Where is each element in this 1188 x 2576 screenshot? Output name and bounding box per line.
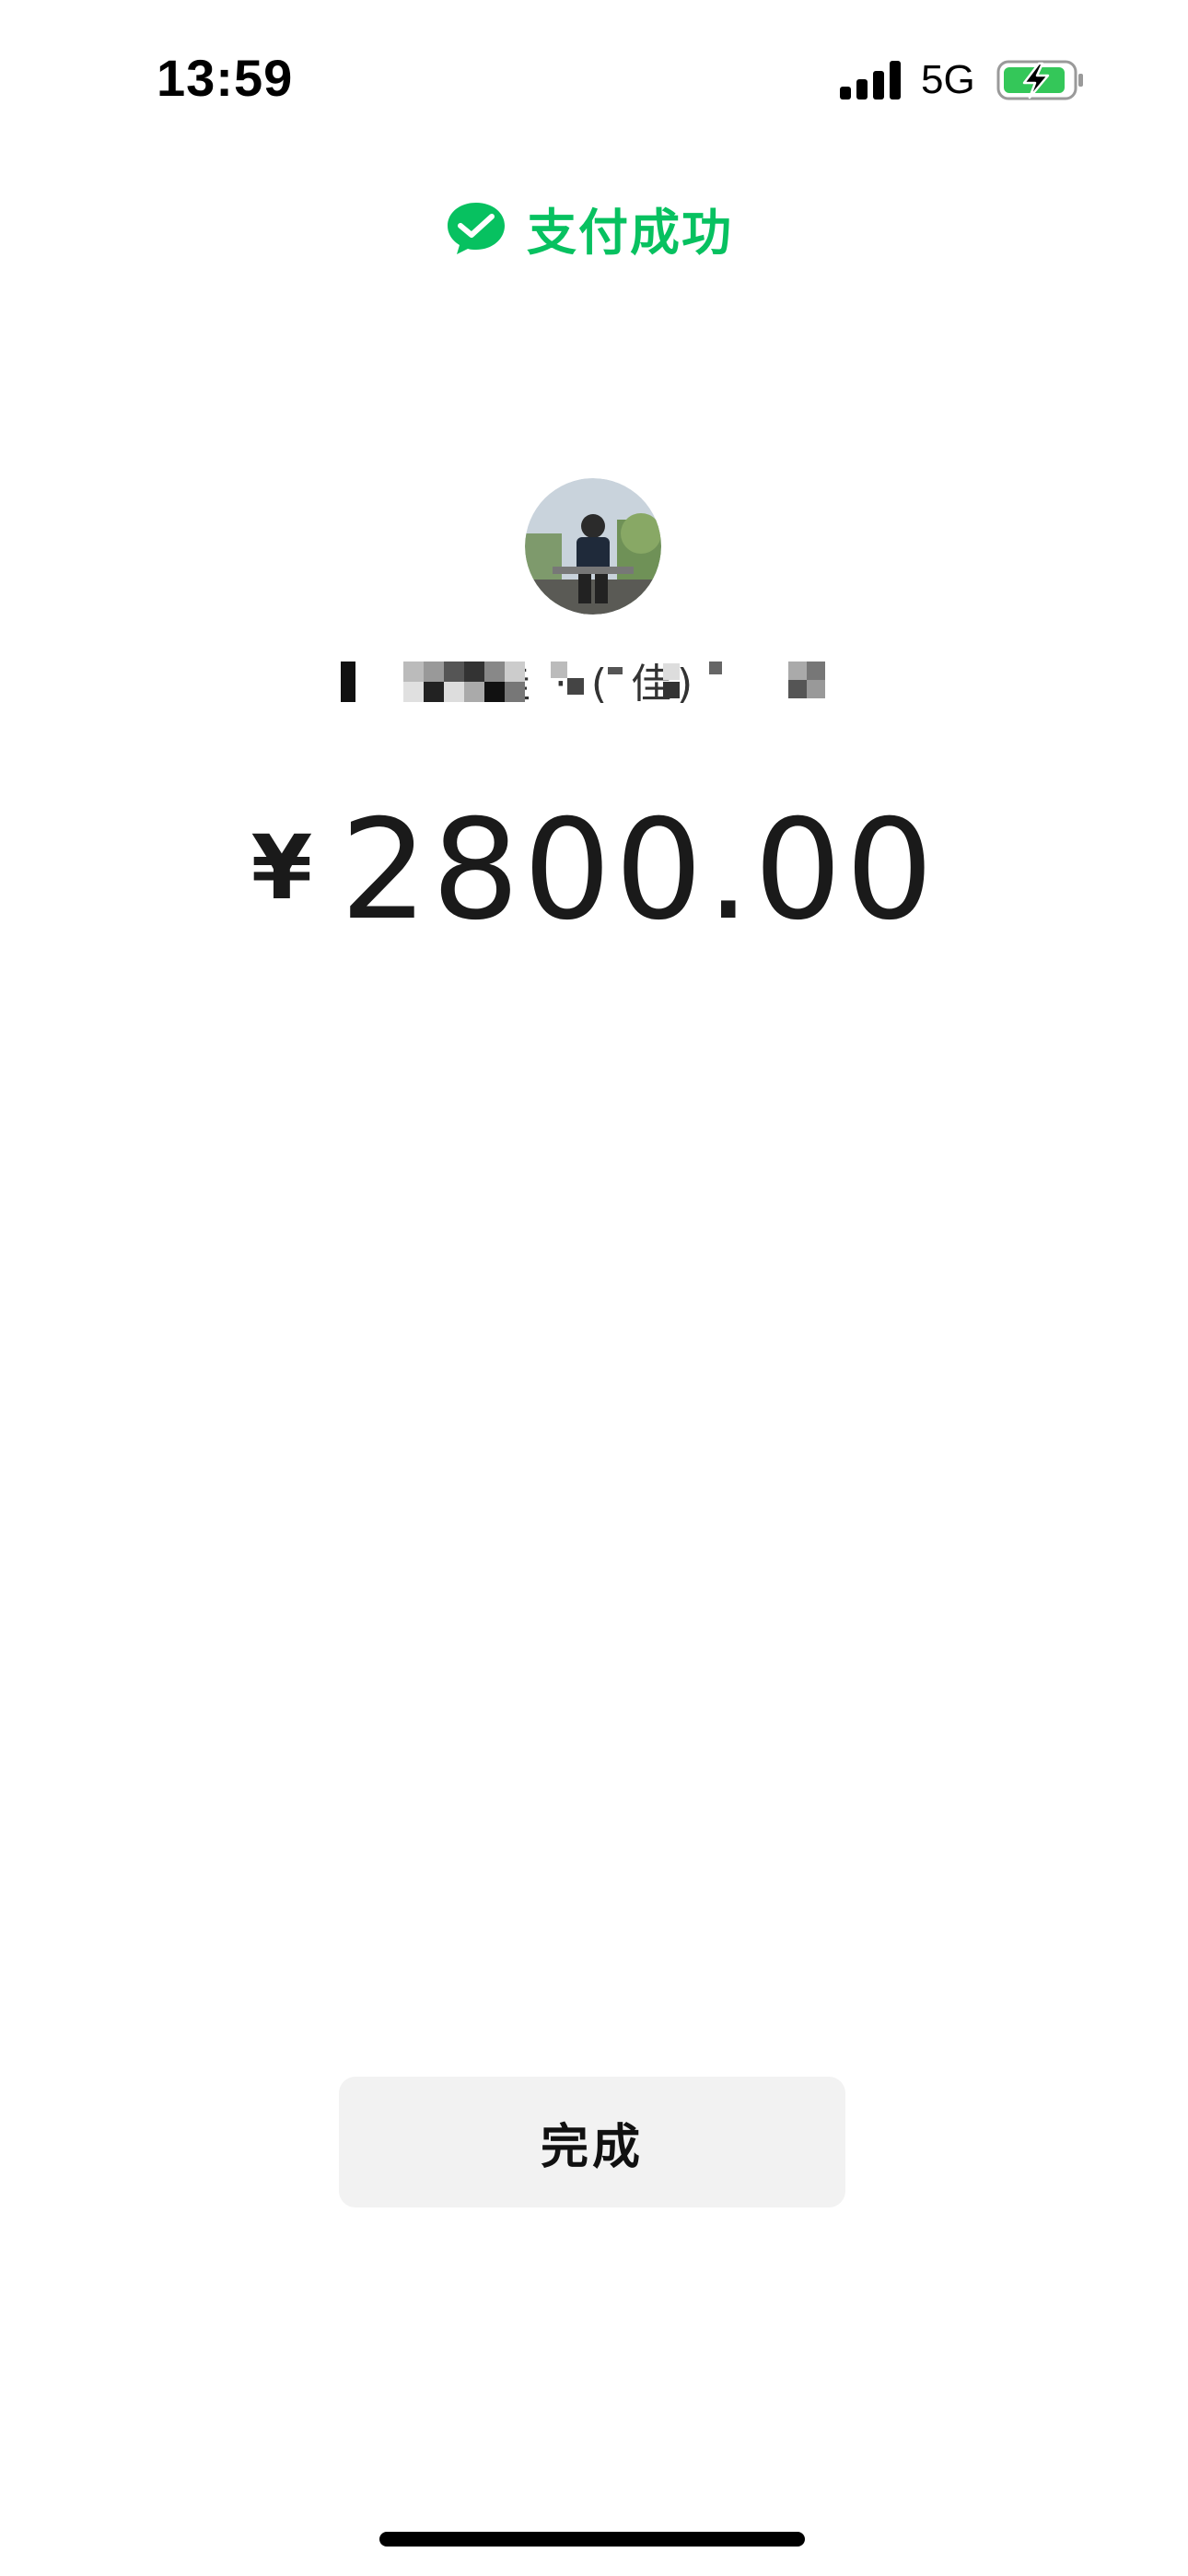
payment-amount-row: ¥ 2800.00	[0, 802, 1188, 940]
carrier-label: 5G	[921, 57, 975, 102]
privacy-mosaic	[341, 662, 825, 702]
payee-avatar	[525, 478, 661, 615]
status-time: 13:59	[157, 49, 294, 107]
currency-symbol: ¥	[250, 816, 313, 919]
done-button-label: 完成	[540, 2119, 644, 2175]
battery-charging-icon	[996, 60, 1083, 100]
payment-amount: 2800.00	[340, 790, 938, 951]
cellular-signal-icon	[840, 61, 901, 100]
payment-success-header: 支付成功	[0, 192, 1188, 264]
done-button[interactable]: 完成	[339, 2077, 845, 2207]
home-indicator[interactable]	[379, 2532, 805, 2547]
success-title: 支付成功	[527, 204, 733, 262]
wechat-pay-icon	[448, 202, 505, 254]
